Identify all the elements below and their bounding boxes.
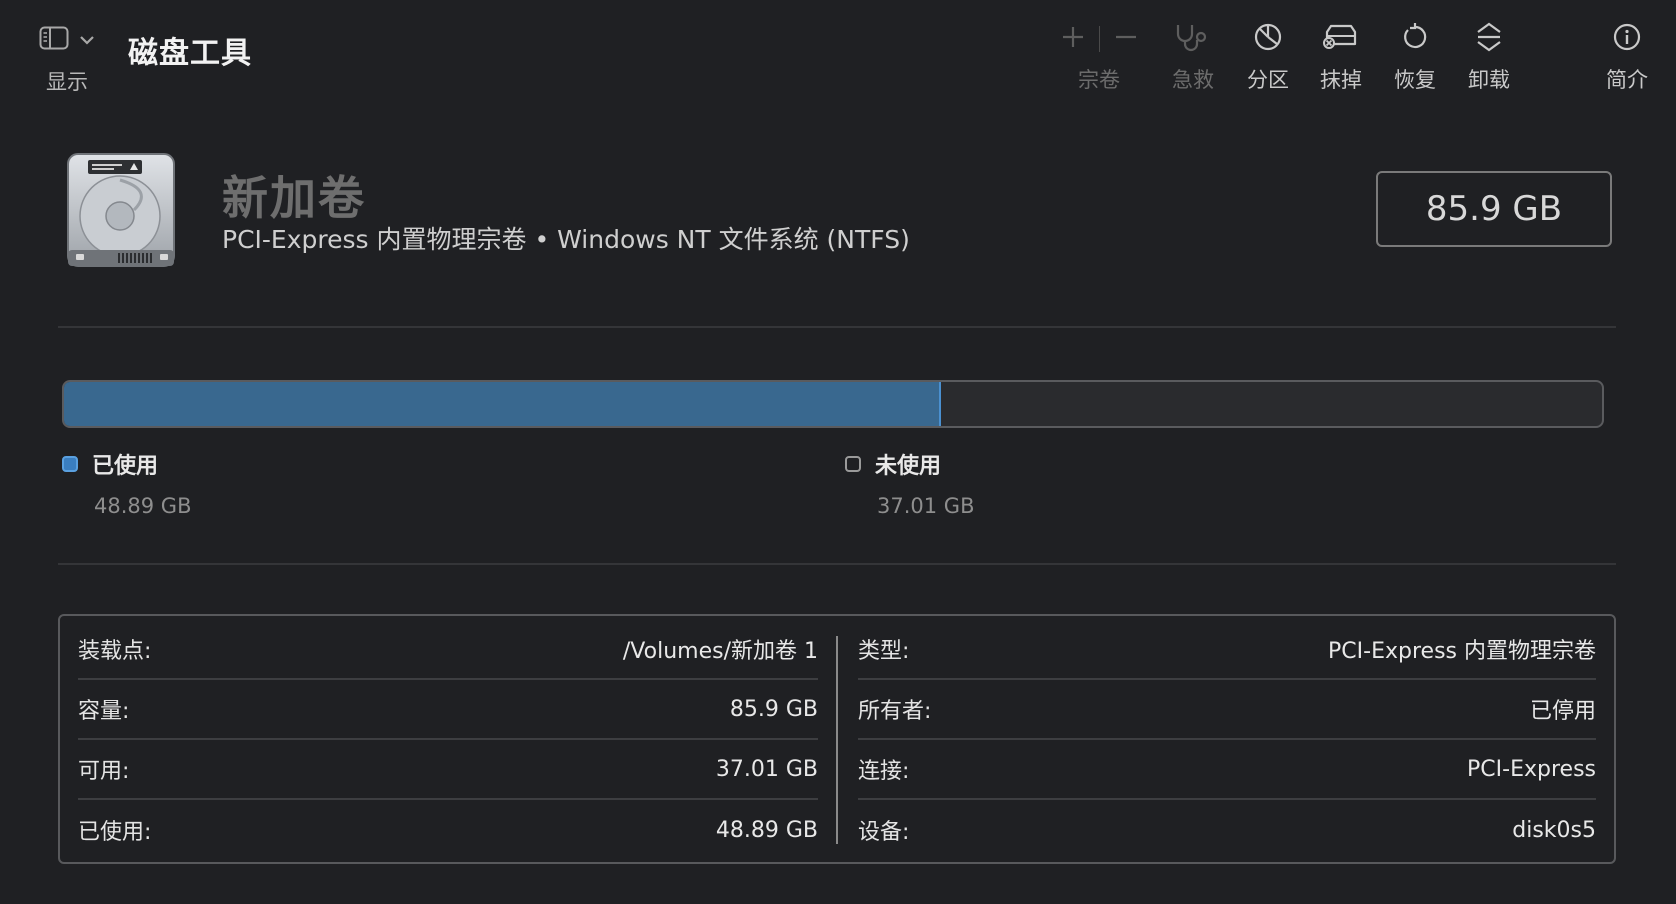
sidebar-icon	[39, 26, 69, 54]
erase-label: 抹掉	[1320, 68, 1362, 92]
unmount-icon	[1474, 21, 1504, 57]
restore-button[interactable]: 恢复	[1388, 20, 1442, 100]
info-column-left: 装载点: /Volumes/新加卷 1 容量: 85.9 GB 可用: 37.0…	[78, 620, 818, 860]
info-row-device: 设备: disk0s5	[858, 800, 1596, 860]
volume-button-group[interactable]: 宗卷	[1058, 20, 1140, 100]
legend-used: 已使用 48.89 GB	[62, 448, 191, 518]
unmount-button[interactable]: 卸载	[1462, 20, 1516, 100]
info-key: 所有者:	[858, 699, 932, 724]
volume-description: PCI-Express 内置物理宗卷 • Windows NT 文件系统 (NT…	[222, 225, 910, 254]
first-aid-button[interactable]: 急救	[1166, 20, 1220, 100]
first-aid-label: 急救	[1172, 68, 1214, 92]
info-value: 48.89 GB	[715, 817, 818, 843]
info-row-mount-point: 装载点: /Volumes/新加卷 1	[78, 620, 818, 680]
info-key: 已使用:	[78, 820, 152, 845]
info-icon	[1612, 22, 1642, 56]
minus-icon[interactable]	[1114, 25, 1138, 53]
usage-bar	[62, 380, 1604, 428]
volume-info-table: 装载点: /Volumes/新加卷 1 容量: 85.9 GB 可用: 37.0…	[58, 614, 1616, 864]
info-key: 可用:	[78, 759, 130, 784]
info-key: 装载点:	[78, 639, 152, 664]
info-key: 类型:	[858, 639, 910, 664]
free-swatch	[845, 456, 861, 472]
info-column-right: 类型: PCI-Express 内置物理宗卷 所有者: 已停用 连接: PCI-…	[858, 620, 1596, 860]
info-key: 连接:	[858, 759, 910, 784]
used-swatch	[62, 456, 78, 472]
volume-name: 新加卷	[222, 171, 366, 225]
pie-chart-icon	[1253, 22, 1283, 56]
usage-bar-used	[64, 382, 942, 426]
erase-button[interactable]: 抹掉	[1313, 20, 1369, 100]
plus-icon[interactable]	[1061, 25, 1085, 53]
divider	[1098, 26, 1100, 52]
info-key: 容量:	[78, 699, 130, 724]
free-label: 未使用	[875, 454, 942, 479]
restore-label: 恢复	[1394, 68, 1436, 92]
toolbar: 显示 磁盘工具 宗卷 急救 分区 抹掉 恢复 卸载 简介	[0, 0, 1676, 110]
chevron-down-icon	[79, 31, 95, 50]
stethoscope-icon	[1174, 22, 1212, 56]
info-value: /Volumes/新加卷 1	[622, 639, 818, 664]
view-button[interactable]: 显示	[34, 22, 100, 98]
info-row-type: 类型: PCI-Express 内置物理宗卷	[858, 620, 1596, 680]
volume-label: 宗卷	[1078, 68, 1120, 92]
info-value: PCI-Express	[1467, 756, 1596, 782]
info-value: 37.01 GB	[715, 756, 818, 782]
hard-drive-icon	[62, 150, 180, 270]
capacity-badge: 85.9 GB	[1376, 171, 1612, 247]
used-label: 已使用	[92, 454, 159, 479]
used-value: 48.89 GB	[94, 494, 192, 518]
info-label: 简介	[1606, 68, 1648, 92]
info-button[interactable]: 简介	[1600, 20, 1654, 100]
unmount-label: 卸载	[1468, 68, 1510, 92]
info-value: 已停用	[1529, 699, 1596, 724]
app-title: 磁盘工具	[128, 36, 252, 71]
info-value: 85.9 GB	[729, 696, 818, 722]
column-divider	[836, 636, 838, 844]
info-value: disk0s5	[1512, 817, 1596, 843]
info-row-available: 可用: 37.01 GB	[78, 740, 818, 800]
info-row-capacity: 容量: 85.9 GB	[78, 680, 818, 740]
view-label: 显示	[46, 70, 88, 94]
divider	[58, 563, 1616, 565]
erase-drive-icon	[1321, 22, 1361, 56]
info-row-used: 已使用: 48.89 GB	[78, 800, 818, 860]
free-value: 37.01 GB	[877, 494, 975, 518]
info-key: 设备:	[858, 820, 910, 845]
restore-icon	[1400, 22, 1430, 56]
disk-utility-window: 显示 磁盘工具 宗卷 急救 分区 抹掉 恢复 卸载 简介 新加卷 PCI-Exp…	[0, 0, 1676, 904]
info-row-connection: 连接: PCI-Express	[858, 740, 1596, 800]
legend-free: 未使用 37.01 GB	[845, 448, 974, 518]
info-value: PCI-Express 内置物理宗卷	[1328, 639, 1596, 664]
partition-label: 分区	[1247, 68, 1289, 92]
partition-button[interactable]: 分区	[1241, 20, 1295, 100]
info-row-owners: 所有者: 已停用	[858, 680, 1596, 740]
divider	[58, 326, 1616, 328]
